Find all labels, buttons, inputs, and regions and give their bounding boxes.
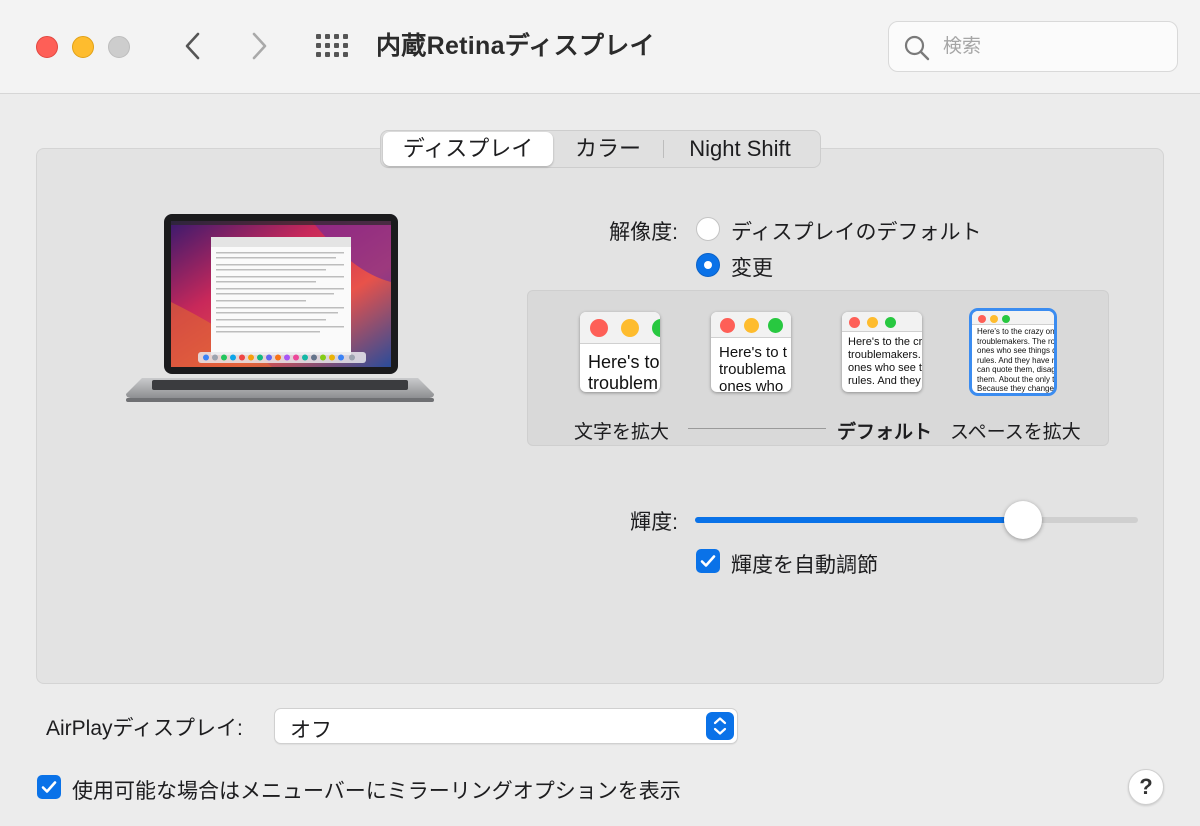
thumb-min-dot — [744, 318, 759, 333]
show-mirroring-checkbox[interactable] — [37, 775, 61, 799]
thumb-zoom-dot — [885, 317, 896, 328]
thumb-text-line: troublem — [588, 373, 659, 392]
resolution-label: 解像度: — [609, 221, 678, 244]
select-arrows-icon — [706, 712, 734, 740]
help-button[interactable]: ? — [1128, 769, 1164, 805]
thumb-close-dot — [720, 318, 735, 333]
airplay-display-label: AirPlayディスプレイ: — [46, 717, 243, 740]
grid-icon — [343, 34, 348, 39]
airplay-display-select[interactable]: オフ — [274, 708, 738, 744]
auto-brightness-label[interactable]: 輝度を自動調節 — [731, 549, 878, 579]
scale-option-more-space[interactable]: Here's to the crazy ones troublemakers. … — [972, 311, 1054, 393]
brightness-slider-knob[interactable] — [1004, 501, 1042, 539]
grid-icon — [325, 43, 330, 48]
brightness-slider[interactable] — [695, 517, 1138, 523]
search-field[interactable] — [888, 21, 1178, 72]
thumb-zoom-dot — [1002, 315, 1010, 323]
back-button[interactable] — [175, 28, 211, 64]
grid-icon — [316, 52, 321, 57]
thumb-text-line: troublema — [719, 361, 786, 378]
grid-icon — [316, 43, 321, 48]
thumb-zoom-dot — [768, 318, 783, 333]
title-bar: 内蔵Retinaディスプレイ — [0, 0, 1200, 94]
thumb-close-dot — [849, 317, 860, 328]
scale-label-larger-text: 文字を拡大 — [574, 422, 670, 443]
thumb-text-line: rules. And they have no — [977, 355, 1054, 365]
scale-label-more-space: スペースを拡大 — [950, 422, 1081, 443]
scale-option-3[interactable]: Here's to the cr troublemakers. ones who… — [842, 312, 922, 392]
thumb-text-line: rules. And they — [848, 375, 921, 387]
radio-scaled-resolution[interactable] — [696, 253, 720, 277]
tab-bar: ディスプレイ カラー Night Shift — [380, 130, 821, 168]
checkmark-icon — [41, 781, 57, 793]
chevron-right-icon — [252, 32, 267, 60]
thumb-text-line: Here's to the crazy ones — [977, 327, 1054, 336]
auto-brightness-checkbox[interactable] — [696, 549, 720, 573]
brightness-label: 輝度: — [630, 511, 678, 534]
thumb-close-dot — [978, 315, 986, 323]
grid-icon — [316, 34, 321, 39]
thumb-min-dot — [867, 317, 878, 328]
tab-night-shift[interactable]: Night Shift — [664, 132, 816, 166]
grid-icon — [334, 43, 339, 48]
thumb-text-line: can quote them, disagr — [977, 365, 1054, 374]
checkmark-icon — [700, 555, 716, 567]
grid-icon — [343, 52, 348, 57]
airplay-display-value: オフ — [290, 719, 332, 742]
thumb-text-line: ones who — [719, 378, 784, 392]
option-scaled-resolution-label[interactable]: 変更 — [731, 252, 773, 282]
thumb-min-dot — [990, 315, 998, 323]
window-title: 内蔵Retinaディスプレイ — [376, 32, 655, 60]
show-all-grid-button[interactable] — [314, 32, 350, 62]
thumb-text-line: ones who see things di — [977, 346, 1054, 355]
close-button[interactable] — [36, 36, 58, 58]
thumb-min-dot — [621, 319, 639, 337]
thumb-close-dot — [590, 319, 608, 337]
thumb-text-line: them. About the only th — [977, 374, 1054, 384]
thumb-text-line: Here's to t — [719, 344, 787, 361]
show-mirroring-label[interactable]: 使用可能な場合はメニューバーにミラーリングオプションを表示 — [72, 775, 681, 805]
scale-label-default: デフォルト — [837, 422, 933, 443]
tab-color[interactable]: カラー — [553, 132, 663, 166]
chevron-left-icon — [185, 32, 200, 60]
brightness-slider-fill — [695, 517, 1023, 523]
tab-display[interactable]: ディスプレイ — [383, 132, 553, 166]
thumb-text-line: troublemakers. The rou — [977, 336, 1054, 346]
thumb-text-line: Here's to — [588, 352, 660, 372]
zoom-button[interactable] — [108, 36, 130, 58]
thumb-text-line: Here's to the cr — [848, 336, 922, 348]
grid-icon — [334, 52, 339, 57]
scale-option-2[interactable]: Here's to t troublema ones who — [711, 312, 791, 392]
grid-icon — [343, 43, 348, 48]
grid-icon — [325, 34, 330, 39]
minimize-button[interactable] — [72, 36, 94, 58]
thumb-text-line: Because they change th — [977, 384, 1054, 393]
scale-option-larger-text[interactable]: Here's to troublem — [580, 312, 660, 392]
thumb-text-line: troublemakers. — [848, 349, 921, 361]
search-input[interactable] — [943, 30, 1163, 64]
grid-icon — [334, 34, 339, 39]
grid-icon — [325, 52, 330, 57]
option-default-resolution-label[interactable]: ディスプレイのデフォルト — [731, 216, 982, 246]
scale-divider-line — [688, 428, 826, 429]
thumb-text-line: ones who see t — [848, 362, 922, 374]
radio-default-resolution[interactable] — [696, 217, 720, 241]
forward-button[interactable] — [241, 28, 277, 64]
laptop-illustration — [126, 214, 434, 402]
search-icon — [904, 35, 930, 61]
